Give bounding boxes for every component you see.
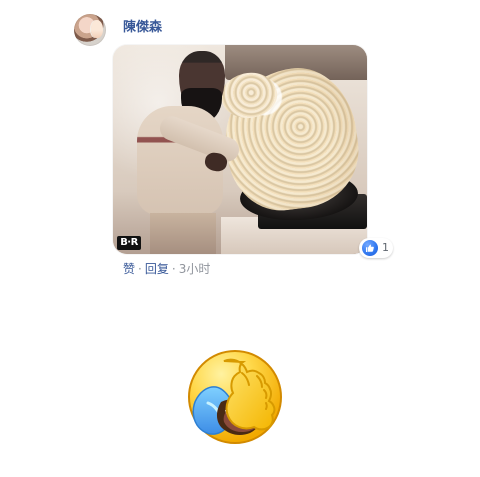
- separator-dot: ·: [138, 262, 142, 276]
- reply-button[interactable]: 回复: [145, 262, 169, 276]
- facepalm-laughing-emoji: [188, 350, 282, 444]
- thumbs-up-icon: [362, 240, 378, 256]
- like-button[interactable]: 赞: [123, 262, 135, 276]
- comment-photo[interactable]: B·R: [113, 45, 367, 254]
- avatar[interactable]: [74, 14, 106, 46]
- reaction-count: 1: [382, 241, 389, 254]
- reaction-pill[interactable]: 1: [359, 238, 393, 258]
- pants: [150, 213, 216, 254]
- comment-author-name[interactable]: 陳傑森: [123, 20, 162, 36]
- comment-card: 陳傑森 B·R 1 赞 · 回复 · 3小时: [0, 0, 480, 300]
- comment-actions: 赞 · 回复 · 3小时: [123, 261, 210, 277]
- photo-watermark: B·R: [117, 236, 141, 250]
- separator-dot: ·: [171, 262, 176, 276]
- timestamp: 3小时: [178, 262, 211, 276]
